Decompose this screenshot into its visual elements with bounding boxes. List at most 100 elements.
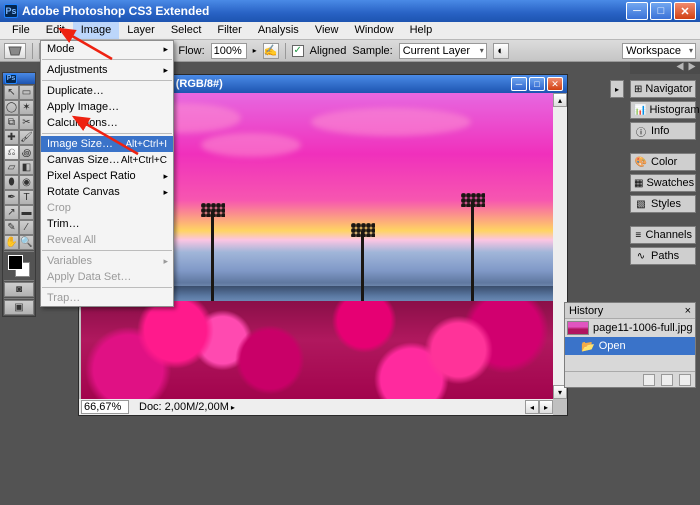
quickselect-tool[interactable]: ✶	[19, 100, 34, 115]
app-icon: Ps	[4, 4, 18, 18]
menu-calculations[interactable]: Calculations…	[41, 115, 173, 131]
menu-trim[interactable]: Trim…	[41, 216, 173, 232]
dock-strip	[630, 62, 700, 74]
menu-file[interactable]: File	[4, 22, 38, 39]
menu-duplicate[interactable]: Duplicate…	[41, 83, 173, 99]
menu-pixel-aspect-ratio[interactable]: Pixel Aspect Ratio	[41, 168, 173, 184]
aligned-checkbox[interactable]: ✓	[292, 45, 304, 57]
workspace-dropdown[interactable]: Workspace	[622, 43, 696, 59]
menu-rotate-canvas[interactable]: Rotate Canvas	[41, 184, 173, 200]
title-bar: Ps Adobe Photoshop CS3 Extended ─ □ ✕	[0, 0, 700, 22]
menu-select[interactable]: Select	[163, 22, 210, 39]
stamp-tool[interactable]: ⎌	[4, 145, 19, 160]
heal-tool[interactable]: ✚	[4, 130, 19, 145]
dock-collapse-left-icon[interactable]	[677, 63, 684, 71]
window-maximize-button[interactable]: □	[650, 2, 672, 20]
airbrush-button[interactable]: ✍	[263, 43, 279, 59]
navigator-panel-tab[interactable]: ⊞Navigator	[630, 80, 696, 98]
menu-image-size[interactable]: Image Size…Alt+Ctrl+I	[41, 136, 173, 152]
history-panel: History × page11-1006-full.jpg 📂 Open	[564, 302, 696, 388]
dock-collapse-right-icon[interactable]	[689, 63, 696, 71]
window-minimize-button[interactable]: ─	[626, 2, 648, 20]
history-brush-tool[interactable]: ꩜	[19, 145, 34, 160]
doc-status-bar: 66,67% Doc: 2,00M/2,00M ▸ ◂ ▸	[79, 399, 553, 415]
scroll-left-button[interactable]: ◂	[525, 400, 539, 414]
marquee-tool[interactable]: ▭	[19, 85, 34, 100]
menu-help[interactable]: Help	[402, 22, 441, 39]
menu-image[interactable]: Image	[73, 22, 120, 39]
window-close-button[interactable]: ✕	[674, 2, 696, 20]
color-icon: 🎨	[634, 155, 648, 169]
menu-window[interactable]: Window	[346, 22, 401, 39]
scroll-up-button[interactable]: ▴	[553, 93, 567, 107]
ignore-adjustments-button[interactable]: ◐	[493, 43, 509, 59]
history-snapshot-row[interactable]: page11-1006-full.jpg	[565, 319, 695, 337]
scroll-right-button[interactable]: ▸	[539, 400, 553, 414]
tool-preset-button[interactable]	[4, 43, 26, 59]
flow-input[interactable]: 100%	[211, 43, 247, 59]
eyedropper-tool[interactable]: ⁄	[19, 220, 34, 235]
zoom-tool[interactable]: 🔍	[19, 235, 34, 250]
history-panel-header[interactable]: History ×	[565, 303, 695, 319]
flow-label: Flow:	[178, 45, 204, 57]
type-tool[interactable]: T	[19, 190, 34, 205]
color-swatch[interactable]	[6, 255, 32, 277]
menu-view[interactable]: View	[307, 22, 347, 39]
slice-tool[interactable]: ✂	[19, 115, 34, 130]
move-tool[interactable]: ↖	[4, 85, 19, 100]
menu-reveal-all: Reveal All	[41, 232, 173, 248]
paths-icon: ∿	[634, 249, 648, 263]
dodge-tool[interactable]: ◉	[19, 175, 34, 190]
history-delete-button[interactable]	[679, 374, 691, 386]
histogram-icon: 📊	[634, 103, 646, 117]
eraser-tool[interactable]: ▱	[4, 160, 19, 175]
tools-header[interactable]: Ps	[3, 73, 35, 84]
history-open-icon: 📂	[581, 340, 595, 353]
swatches-icon: ▦	[634, 176, 643, 190]
histogram-panel-tab[interactable]: 📊Histogram	[630, 101, 696, 119]
sample-dropdown[interactable]: Current Layer	[399, 43, 487, 59]
history-snapshot-button[interactable]	[661, 374, 673, 386]
menu-crop: Crop	[41, 200, 173, 216]
menu-adjustments[interactable]: Adjustments	[41, 62, 173, 78]
panel-expand-1[interactable]: ▸	[610, 80, 624, 98]
quickmask-button[interactable]: ◙	[4, 282, 34, 297]
swatches-panel-tab[interactable]: ▦Swatches	[630, 174, 696, 192]
doc-maximize-button[interactable]: □	[529, 77, 545, 91]
menu-filter[interactable]: Filter	[209, 22, 249, 39]
menu-apply-image[interactable]: Apply Image…	[41, 99, 173, 115]
aligned-label: Aligned	[310, 45, 347, 57]
history-state-row[interactable]: 📂 Open	[565, 337, 695, 355]
paths-panel-tab[interactable]: ∿Paths	[630, 247, 696, 265]
crop-tool[interactable]: ⧉	[4, 115, 19, 130]
zoom-input[interactable]: 66,67%	[81, 400, 129, 414]
info-icon: ⓘ	[634, 124, 648, 138]
menu-mode[interactable]: Mode	[41, 41, 173, 57]
styles-panel-tab[interactable]: ▧Styles	[630, 195, 696, 213]
screenmode-button[interactable]: ▣	[4, 300, 34, 315]
gradient-tool[interactable]: ◧	[19, 160, 34, 175]
brush-tool[interactable]: 🖌	[19, 130, 34, 145]
lasso-tool[interactable]: ◯	[4, 100, 19, 115]
history-state-label: Open	[599, 340, 626, 352]
shape-tool[interactable]: ▬	[19, 205, 34, 220]
history-panel-close-icon[interactable]: ×	[685, 305, 691, 317]
pen-tool[interactable]: ✒	[4, 190, 19, 205]
history-snapshot-label: page11-1006-full.jpg	[593, 322, 692, 334]
menu-layer[interactable]: Layer	[119, 22, 163, 39]
menu-analysis[interactable]: Analysis	[250, 22, 307, 39]
doc-close-button[interactable]: ✕	[547, 77, 563, 91]
menu-image-size-shortcut: Alt+Ctrl+I	[125, 139, 167, 150]
navigator-icon: ⊞	[634, 82, 642, 96]
info-panel-tab[interactable]: ⓘInfo	[630, 122, 696, 140]
blur-tool[interactable]: ⬮	[4, 175, 19, 190]
menu-canvas-size[interactable]: Canvas Size…Alt+Ctrl+C	[41, 152, 173, 168]
hand-tool[interactable]: ✋	[4, 235, 19, 250]
doc-minimize-button[interactable]: ─	[511, 77, 527, 91]
notes-tool[interactable]: ✎	[4, 220, 19, 235]
menu-edit[interactable]: Edit	[38, 22, 73, 39]
history-newdoc-button[interactable]	[643, 374, 655, 386]
color-panel-tab[interactable]: 🎨Color	[630, 153, 696, 171]
channels-panel-tab[interactable]: ≡Channels	[630, 226, 696, 244]
path-tool[interactable]: ↗	[4, 205, 19, 220]
